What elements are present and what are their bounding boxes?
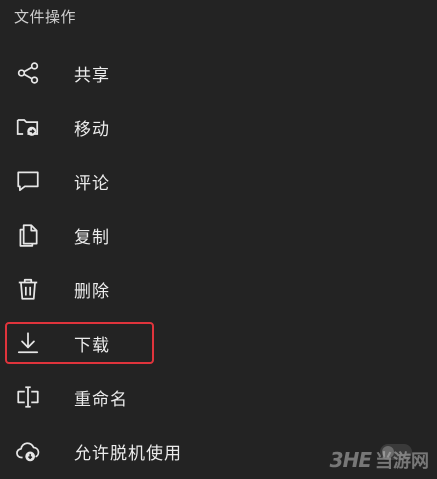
- comment-icon: [15, 168, 41, 194]
- menu-item-share[interactable]: 共享: [0, 48, 437, 98]
- menu-item-comment[interactable]: 评论: [0, 156, 437, 206]
- file-actions-panel: 文件操作 共享 移动 评论 复制 删除 下载 重命名 允许脱机使用 3HE 当游…: [0, 0, 437, 479]
- watermark: 3HE 当游网: [330, 447, 429, 473]
- watermark-logo: 3HE: [329, 448, 372, 472]
- share-icon: [15, 60, 41, 86]
- menu-item-label: 移动: [74, 119, 110, 140]
- menu-item-label: 重命名: [74, 389, 128, 410]
- menu-item-label: 删除: [74, 281, 110, 302]
- download-highlight-box: [5, 322, 154, 364]
- menu-item-label: 共享: [74, 65, 110, 86]
- folder-move-icon: [15, 114, 41, 140]
- trash-icon: [15, 276, 41, 302]
- rename-icon: [15, 384, 41, 410]
- menu-item-label: 评论: [74, 173, 110, 194]
- menu-item-label: 复制: [74, 227, 110, 248]
- menu-item-rename[interactable]: 重命名: [0, 372, 437, 422]
- menu-item-delete[interactable]: 删除: [0, 264, 437, 314]
- copy-icon: [15, 222, 41, 248]
- menu-item-label: 允许脱机使用: [74, 443, 182, 464]
- cloud-download-icon: [15, 438, 41, 464]
- menu-item-move[interactable]: 移动: [0, 102, 437, 152]
- watermark-text: 当游网: [375, 451, 429, 472]
- menu-item-copy[interactable]: 复制: [0, 210, 437, 260]
- section-title: 文件操作: [14, 8, 77, 26]
